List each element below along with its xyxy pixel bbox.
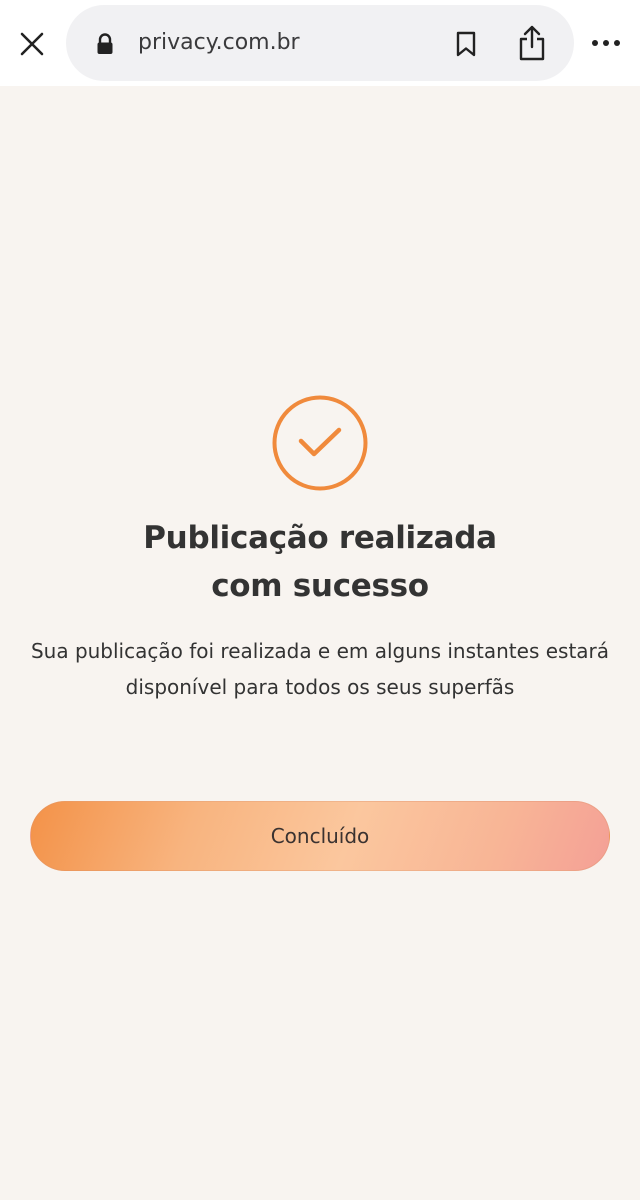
success-title-line-1: Publicação realizada (143, 520, 497, 556)
lock-icon (97, 33, 113, 54)
browser-toolbar: privacy.com.br (0, 0, 640, 86)
close-icon (20, 32, 44, 56)
close-button[interactable] (14, 26, 50, 62)
more-icon (592, 40, 620, 46)
address-bar[interactable]: privacy.com.br (66, 5, 574, 81)
share-icon (519, 25, 545, 61)
more-options-button[interactable] (588, 28, 624, 58)
success-title-line-2: com sucesso (211, 568, 429, 604)
bookmark-button[interactable] (450, 27, 482, 61)
done-button[interactable]: Concluído (30, 801, 610, 871)
success-message: Sua publicação foi realizada e em alguns… (30, 639, 610, 699)
done-button-label: Concluído (270, 824, 370, 848)
bookmark-icon (456, 31, 476, 57)
share-button[interactable] (514, 23, 550, 63)
check-circle-icon (272, 395, 368, 491)
url-text: privacy.com.br (138, 30, 300, 55)
success-title: Publicação realizada com sucesso (20, 514, 620, 610)
